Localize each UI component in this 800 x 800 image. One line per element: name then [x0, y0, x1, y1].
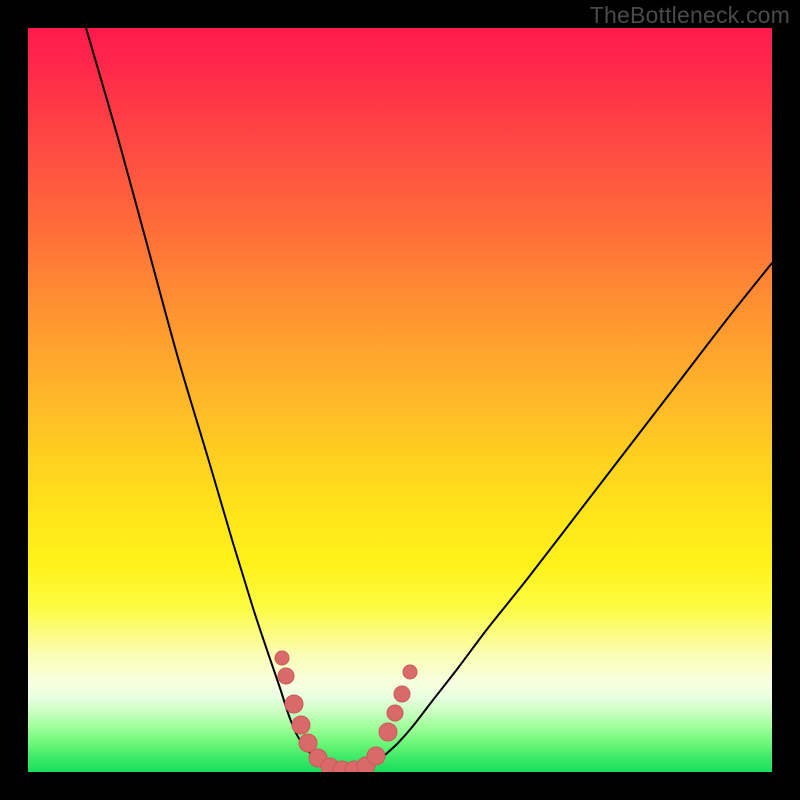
data-dot: [379, 723, 397, 741]
plot-area: [28, 28, 772, 772]
data-dot: [278, 668, 294, 684]
data-dot: [367, 747, 385, 765]
curves-layer: [28, 28, 772, 772]
right-curve: [362, 263, 772, 770]
data-dot: [292, 716, 310, 734]
data-dot: [394, 686, 410, 702]
data-dot: [285, 695, 303, 713]
left-curve: [86, 28, 330, 768]
data-dot: [387, 705, 403, 721]
data-dot: [275, 651, 289, 665]
watermark-text: TheBottleneck.com: [590, 2, 790, 29]
valley-dots: [275, 651, 417, 772]
chart-frame: TheBottleneck.com: [0, 0, 800, 800]
data-dot: [403, 665, 417, 679]
